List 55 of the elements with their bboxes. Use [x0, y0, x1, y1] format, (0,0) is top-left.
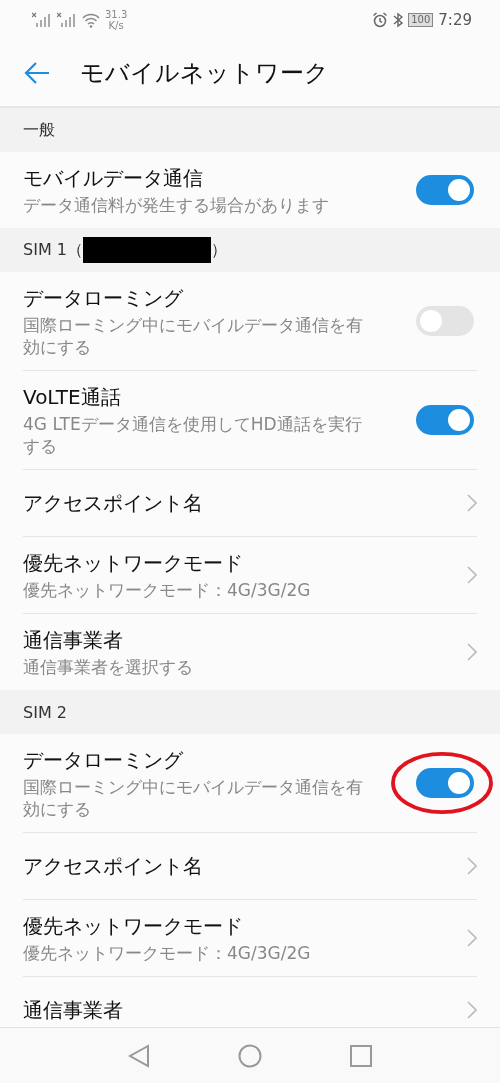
speed-value: 31.3: [105, 9, 128, 20]
page-title: モバイルネットワーク: [80, 58, 329, 89]
signal-icon: [32, 12, 52, 28]
battery-indicator: 100: [408, 13, 434, 27]
settings-row[interactable]: アクセスポイント名: [0, 470, 500, 536]
section-header: SIM 2: [23, 702, 67, 722]
row-subtitle: 優先ネットワークモード：4G/3G/2G: [23, 942, 312, 964]
row-subtitle: 通信事業者を選択する: [23, 656, 194, 678]
settings-row[interactable]: 優先ネットワークモード 優先ネットワークモード：4G/3G/2G: [0, 537, 500, 613]
row-title: アクセスポイント名: [23, 490, 204, 517]
wifi-icon: [82, 12, 100, 28]
settings-row[interactable]: データローミング 国際ローミング中にモバイルデータ通信を有効にする: [0, 734, 500, 832]
row-subtitle: データ通信料が発生する場合があります: [23, 194, 330, 216]
settings-row[interactable]: VoLTE通話 4G LTEデータ通信を使用してHD通話を実行する: [0, 371, 500, 469]
settings-row[interactable]: モバイルデータ通信 データ通信料が発生する場合があります: [0, 152, 500, 228]
settings-row[interactable]: アクセスポイント名: [0, 833, 500, 899]
bluetooth-icon: [393, 12, 404, 28]
row-subtitle: 4G LTEデータ通信を使用してHD通話を実行する: [23, 413, 363, 457]
home-nav-icon[interactable]: [238, 1043, 262, 1068]
chevron-icon: [467, 857, 477, 875]
toggle-switch[interactable]: [416, 405, 474, 435]
section-header: SIM 1（: [23, 239, 83, 261]
signal-icon: [57, 12, 77, 28]
section-header: 一般: [23, 119, 55, 141]
settings-row[interactable]: 通信事業者 通信事業者を選択する: [0, 614, 500, 690]
row-title: データローミング: [23, 747, 184, 774]
back-arrow-icon[interactable]: [24, 62, 50, 84]
row-subtitle: 優先ネットワークモード：4G/3G/2G: [23, 579, 312, 601]
settings-row[interactable]: 通信事業者: [0, 977, 500, 1027]
row-title: 通信事業者: [23, 997, 124, 1024]
clock-time: 7:29: [438, 11, 472, 29]
back-nav-icon[interactable]: [128, 1043, 150, 1068]
row-subtitle: 国際ローミング中にモバイルデータ通信を有効にする: [23, 776, 364, 820]
section-header-suffix: ）: [210, 239, 227, 261]
alarm-icon: [372, 12, 389, 28]
row-title: VoLTE通話: [23, 384, 122, 411]
row-title: データローミング: [23, 285, 184, 312]
toggle-switch[interactable]: [416, 768, 474, 798]
row-title: 通信事業者: [23, 627, 124, 654]
chevron-icon: [467, 566, 477, 584]
toggle-switch[interactable]: [416, 306, 474, 336]
settings-row[interactable]: 優先ネットワークモード 優先ネットワークモード：4G/3G/2G: [0, 900, 500, 976]
row-title: 優先ネットワークモード: [23, 913, 244, 940]
recents-nav-icon[interactable]: [350, 1044, 372, 1067]
chevron-icon: [467, 643, 477, 661]
toggle-switch[interactable]: [416, 175, 474, 205]
chevron-icon: [467, 1001, 477, 1019]
row-title: モバイルデータ通信: [23, 165, 204, 192]
speed-unit: K/s: [108, 20, 124, 31]
settings-row[interactable]: データローミング 国際ローミング中にモバイルデータ通信を有効にする: [0, 272, 500, 370]
row-subtitle: 国際ローミング中にモバイルデータ通信を有効にする: [23, 314, 364, 358]
row-title: 優先ネットワークモード: [23, 550, 244, 577]
chevron-icon: [467, 494, 477, 512]
row-title: アクセスポイント名: [23, 853, 204, 880]
chevron-icon: [467, 929, 477, 947]
